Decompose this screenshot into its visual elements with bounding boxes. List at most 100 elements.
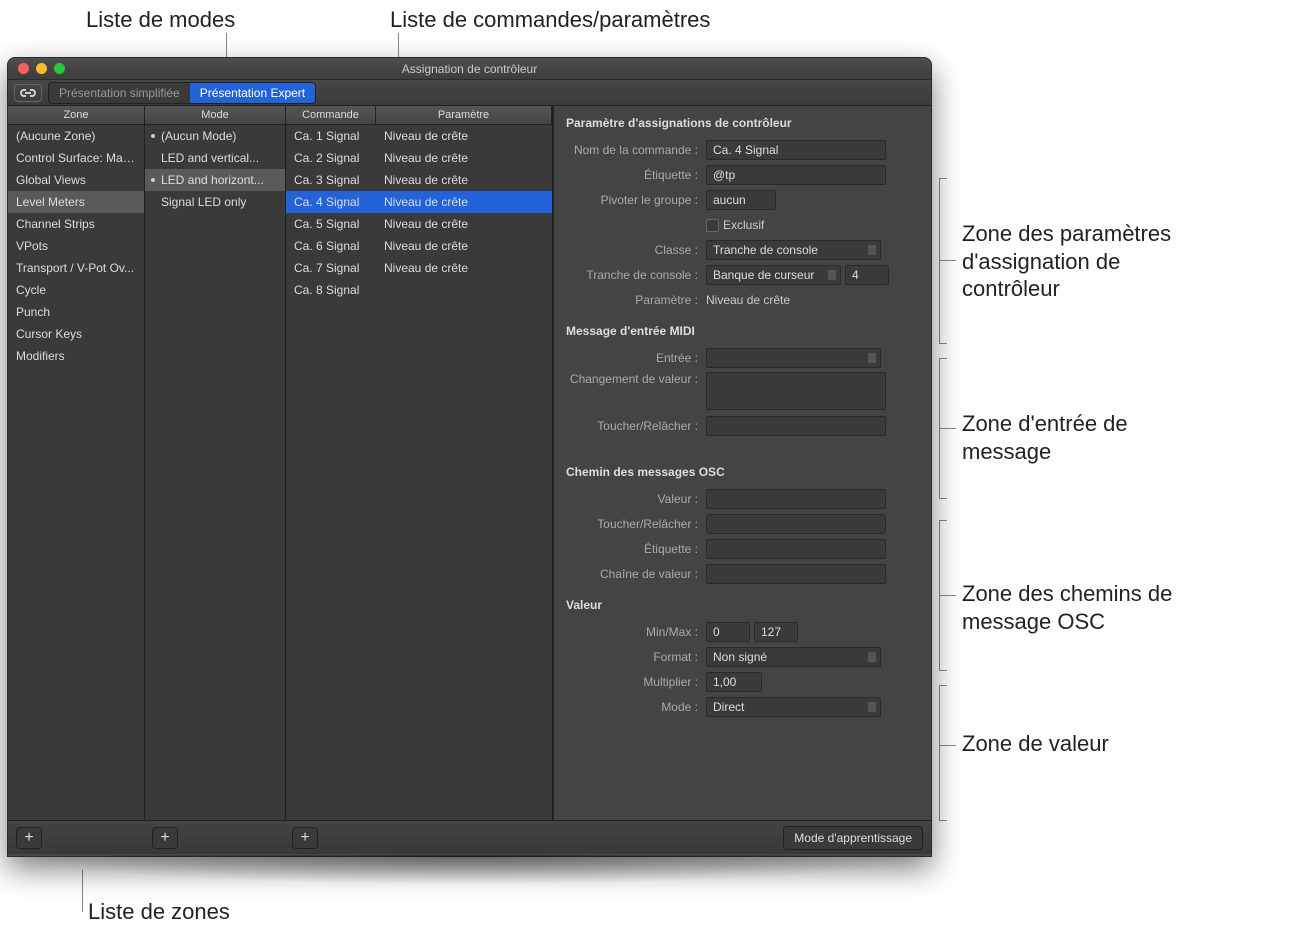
mode-list[interactable]: (Aucun Mode) LED and vertical...LED and h… xyxy=(145,125,285,820)
input-multiplier[interactable]: 1,00 xyxy=(706,672,762,692)
parameter-cell: Niveau de crête xyxy=(376,147,552,169)
select-format[interactable]: Non signé xyxy=(706,647,881,667)
input-command-name[interactable]: Ca. 4 Signal xyxy=(706,140,886,160)
label-minmax: Min/Max : xyxy=(566,625,706,639)
input-flip-group[interactable]: aucun xyxy=(706,190,776,210)
callout-assign-params: Zone des paramètres d'assignation de con… xyxy=(962,220,1222,303)
command-cell: Ca. 2 Signal xyxy=(286,147,376,169)
command-cell: Ca. 5 Signal xyxy=(286,213,376,235)
parameter-cell: Niveau de crête xyxy=(376,235,552,257)
input-osc-touch[interactable] xyxy=(706,514,886,534)
tab-expert-view[interactable]: Présentation Expert xyxy=(190,83,315,103)
zone-list[interactable]: (Aucune Zone)Control Surface: Mac...Glob… xyxy=(8,125,144,820)
footer: + + + Mode d'apprentissage xyxy=(8,820,931,854)
add-command-button[interactable]: + xyxy=(292,827,318,849)
parameter-cell: Niveau de crête xyxy=(376,257,552,279)
input-midi-change[interactable] xyxy=(706,372,886,410)
section-midi-input: Message d'entrée MIDI xyxy=(566,314,919,344)
label-command-name: Nom de la commande : xyxy=(566,143,706,157)
add-mode-button[interactable]: + xyxy=(152,827,178,849)
toolbar: Présentation simplifiée Présentation Exp… xyxy=(8,80,931,106)
parameter-cell: Niveau de crête xyxy=(376,125,552,147)
mode-item-label: (Aucun Mode) xyxy=(161,129,236,143)
zone-item[interactable]: VPots xyxy=(8,235,144,257)
callout-osc-paths: Zone des chemins de message OSC xyxy=(962,580,1222,635)
command-cell: Ca. 8 Signal xyxy=(286,279,376,301)
zone-item[interactable]: Cursor Keys xyxy=(8,323,144,345)
section-assignment-params: Paramètre d'assignations de contrôleur xyxy=(566,106,919,136)
command-row[interactable]: Ca. 3 SignalNiveau de crête xyxy=(286,169,552,191)
label-multiplier: Multiplier : xyxy=(566,675,706,689)
input-min[interactable]: 0 xyxy=(706,622,750,642)
mode-dot-icon xyxy=(151,178,155,182)
command-list[interactable]: Ca. 1 SignalNiveau de crêteCa. 2 SignalN… xyxy=(286,125,552,820)
add-zone-button[interactable]: + xyxy=(16,827,42,849)
label-format: Format : xyxy=(566,650,706,664)
parameter-cell: Niveau de crête xyxy=(376,191,552,213)
zone-item[interactable]: Modifiers xyxy=(8,345,144,367)
select-mode[interactable]: Direct xyxy=(706,697,881,717)
mode-item[interactable]: Signal LED only xyxy=(145,191,285,213)
mode-panel: Mode (Aucun Mode)LED and vertical...LED … xyxy=(145,106,286,820)
label-midi-change: Changement de valeur : xyxy=(566,372,706,386)
parameter-cell: Niveau de crête xyxy=(376,169,552,191)
input-etiquette[interactable]: @tp xyxy=(706,165,886,185)
checkbox-exclusive[interactable] xyxy=(706,219,719,232)
select-tranche[interactable]: Banque de curseur xyxy=(706,265,841,285)
command-row[interactable]: Ca. 6 SignalNiveau de crête xyxy=(286,235,552,257)
command-row[interactable]: Ca. 4 SignalNiveau de crête xyxy=(286,191,552,213)
zone-item[interactable]: Cycle xyxy=(8,279,144,301)
zone-item[interactable]: (Aucune Zone) xyxy=(8,125,144,147)
command-cell: Ca. 7 Signal xyxy=(286,257,376,279)
view-segmented-control: Présentation simplifiée Présentation Exp… xyxy=(48,82,316,104)
mode-item[interactable]: LED and horizont... xyxy=(145,169,285,191)
label-osc-etiquette: Étiquette : xyxy=(566,542,706,556)
link-icon[interactable] xyxy=(14,84,42,102)
zone-item[interactable]: Control Surface: Mac... xyxy=(8,147,144,169)
parameter-header: Paramètre xyxy=(376,106,552,125)
zone-item[interactable]: Transport / V-Pot Ov... xyxy=(8,257,144,279)
command-panel: Commande Paramètre Ca. 1 SignalNiveau de… xyxy=(286,106,553,820)
command-row[interactable]: Ca. 5 SignalNiveau de crête xyxy=(286,213,552,235)
command-row[interactable]: Ca. 8 Signal xyxy=(286,279,552,301)
section-osc-path: Chemin des messages OSC xyxy=(566,455,919,485)
label-flip-group: Pivoter le groupe : xyxy=(566,193,706,207)
select-classe[interactable]: Tranche de console xyxy=(706,240,881,260)
learn-mode-button[interactable]: Mode d'apprentissage xyxy=(783,826,923,850)
input-tranche-number[interactable]: 4 xyxy=(845,265,889,285)
parameter-cell xyxy=(376,279,552,301)
command-cell: Ca. 4 Signal xyxy=(286,191,376,213)
zone-item[interactable]: Punch xyxy=(8,301,144,323)
label-midi-entree: Entrée : xyxy=(566,351,706,365)
mode-item[interactable]: (Aucun Mode) xyxy=(145,125,285,147)
inspector-panel: Paramètre d'assignations de contrôleur N… xyxy=(553,106,931,820)
select-midi-entree[interactable] xyxy=(706,348,881,368)
input-midi-touch[interactable] xyxy=(706,416,886,436)
zone-item[interactable]: Global Views xyxy=(8,169,144,191)
label-osc-valeur: Valeur : xyxy=(566,492,706,506)
zone-item[interactable]: Level Meters xyxy=(8,191,144,213)
command-row[interactable]: Ca. 2 SignalNiveau de crête xyxy=(286,147,552,169)
label-etiquette: Étiquette : xyxy=(566,168,706,182)
window-title: Assignation de contrôleur xyxy=(8,62,931,76)
input-osc-valeur[interactable] xyxy=(706,489,886,509)
callout-commands-list: Liste de commandes/paramètres xyxy=(390,6,710,34)
input-max[interactable]: 127 xyxy=(754,622,798,642)
label-mode: Mode : xyxy=(566,700,706,714)
input-osc-chain[interactable] xyxy=(706,564,886,584)
command-row[interactable]: Ca. 1 SignalNiveau de crête xyxy=(286,125,552,147)
label-osc-chain: Chaîne de valeur : xyxy=(566,567,706,581)
zone-item[interactable]: Channel Strips xyxy=(8,213,144,235)
label-osc-touch: Toucher/Relâcher : xyxy=(566,517,706,531)
command-cell: Ca. 6 Signal xyxy=(286,235,376,257)
zone-header: Zone xyxy=(8,106,144,125)
command-row[interactable]: Ca. 7 SignalNiveau de crête xyxy=(286,257,552,279)
mode-item[interactable]: LED and vertical... xyxy=(145,147,285,169)
value-parametre: Niveau de crête xyxy=(706,293,790,307)
input-osc-etiquette[interactable] xyxy=(706,539,886,559)
callout-value-zone: Zone de valeur xyxy=(962,730,1222,758)
section-value: Valeur xyxy=(566,588,919,618)
titlebar: Assignation de contrôleur xyxy=(8,58,931,80)
tab-easy-view[interactable]: Présentation simplifiée xyxy=(49,83,190,103)
content-area: Zone (Aucune Zone)Control Surface: Mac..… xyxy=(8,106,931,820)
